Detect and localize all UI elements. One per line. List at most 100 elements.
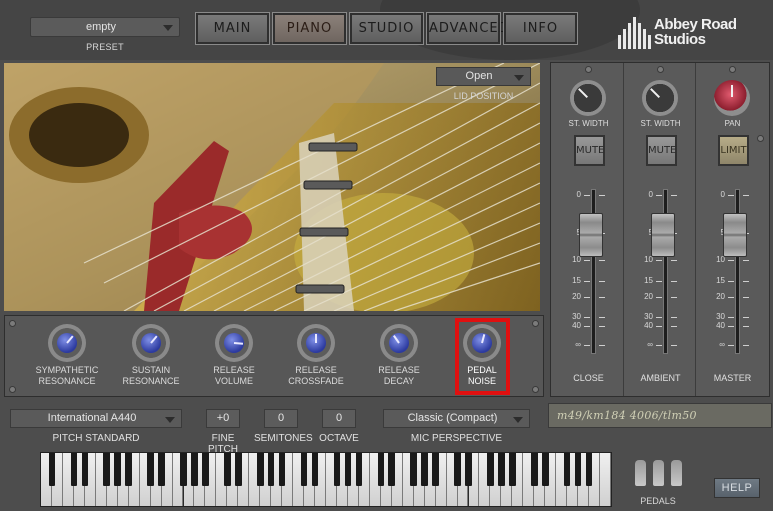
knob-label: VOLUME (214, 376, 253, 386)
black-key[interactable] (574, 453, 582, 486)
lid-position-dropdown[interactable]: Open (436, 67, 531, 86)
knob-label: RELEASE (378, 365, 420, 375)
scale-tick-label: 20 (644, 292, 653, 301)
black-key[interactable] (355, 453, 363, 486)
channel-label: MASTER (713, 373, 752, 383)
knob-sustain-resonance[interactable]: SUSTAIN RESONANCE (111, 324, 191, 387)
black-key[interactable] (180, 453, 187, 486)
octave-field[interactable]: 0 (322, 409, 356, 428)
fine-pitch-field[interactable]: +0 (206, 409, 240, 428)
black-key[interactable] (267, 453, 275, 486)
black-key[interactable] (454, 453, 461, 486)
black-key[interactable] (585, 453, 593, 486)
black-key[interactable] (147, 453, 154, 486)
fader-close[interactable] (579, 213, 603, 257)
knob-label: DECAY (383, 376, 415, 386)
scale-tick-label: 30 (644, 312, 653, 321)
black-key[interactable] (344, 453, 352, 486)
black-key[interactable] (70, 453, 78, 486)
black-key[interactable] (541, 453, 549, 486)
knob-dial[interactable] (297, 324, 335, 362)
black-key[interactable] (81, 453, 89, 486)
lid-position-label: LID POSITION (453, 91, 514, 101)
knob-dial[interactable] (48, 324, 86, 362)
knob-label: SUSTAIN (131, 365, 171, 375)
scale-tick-label: 20 (716, 292, 725, 301)
white-key[interactable] (600, 453, 611, 506)
black-key[interactable] (333, 453, 341, 486)
black-key[interactable] (278, 453, 286, 486)
black-key[interactable] (410, 453, 417, 486)
piano-keyboard[interactable] (40, 452, 612, 507)
channel-close: ST. WIDTH MUTE 0 5 10 15 20 30 40 ∞ CLOS… (553, 63, 624, 396)
black-key[interactable] (125, 453, 132, 486)
mic-perspective-dropdown[interactable]: Classic (Compact) (383, 409, 530, 428)
knob-release-crossfade[interactable]: RELEASE CROSSFADE (276, 324, 356, 387)
fader-scale: 0 5 10 15 20 30 40 ∞ (633, 190, 653, 353)
semitones-field[interactable]: 0 (264, 409, 298, 428)
black-key[interactable] (191, 453, 198, 486)
pitch-standard-dropdown[interactable]: International A440 (10, 409, 182, 428)
screw-icon (585, 66, 592, 73)
octave-label: OCTAVE (319, 433, 359, 444)
black-key[interactable] (465, 453, 472, 486)
scale-tick-label: 15 (716, 276, 725, 285)
tab-info[interactable]: INFO (503, 12, 578, 45)
lid-position-value: Open (465, 70, 493, 82)
knob-label: ST. WIDTH (640, 119, 681, 128)
black-key[interactable] (103, 453, 111, 486)
scale-tick-label: 40 (572, 321, 581, 330)
knob-label: ST. WIDTH (568, 119, 609, 128)
tab-main[interactable]: MAIN (195, 12, 270, 45)
pitch-standard-value: International A440 (47, 412, 137, 424)
mute-button-close[interactable]: MUTE (574, 135, 605, 166)
pan-knob[interactable] (714, 80, 750, 116)
tab-advanced[interactable]: ADVANCED (426, 12, 509, 45)
stereo-width-knob-close[interactable] (570, 80, 606, 116)
black-key[interactable] (300, 453, 308, 486)
pedals-icon[interactable] (633, 460, 685, 488)
black-key[interactable] (48, 453, 56, 486)
preset-dropdown[interactable]: empty (30, 17, 180, 37)
knob-dial[interactable] (132, 324, 170, 362)
black-key[interactable] (432, 453, 439, 486)
tab-piano[interactable]: PIANO (272, 12, 347, 45)
black-key[interactable] (202, 453, 209, 486)
limit-button[interactable]: LIMIT (718, 135, 749, 166)
stereo-width-knob-ambient[interactable] (642, 80, 678, 116)
black-key[interactable] (311, 453, 319, 486)
knob-sympathetic-resonance[interactable]: SYMPATHETIC RESONANCE (27, 324, 107, 387)
scale-tick-label: 0 (720, 190, 725, 199)
chevron-down-icon (163, 25, 173, 31)
black-key[interactable] (530, 453, 538, 486)
screw-icon (657, 66, 664, 73)
knob-release-volume[interactable]: RELEASE VOLUME (194, 324, 274, 387)
fader-ambient[interactable] (651, 213, 675, 257)
black-key[interactable] (563, 453, 571, 486)
black-key[interactable] (235, 453, 242, 486)
help-button[interactable]: HELP (714, 478, 760, 498)
black-key[interactable] (114, 453, 121, 486)
black-key[interactable] (377, 453, 385, 486)
knob-dial[interactable] (380, 324, 418, 362)
chevron-down-icon (513, 417, 523, 423)
black-key[interactable] (256, 453, 264, 486)
black-key[interactable] (224, 453, 231, 486)
black-key[interactable] (421, 453, 428, 486)
knob-label: RESONANCE (38, 376, 96, 386)
mute-button-ambient[interactable]: MUTE (646, 135, 677, 166)
tab-studio[interactable]: STUDIO (349, 12, 424, 45)
black-key[interactable] (388, 453, 396, 486)
black-key[interactable] (498, 453, 505, 486)
knob-dial[interactable] (215, 324, 253, 362)
scale-tick-label: 40 (716, 321, 725, 330)
black-key[interactable] (487, 453, 494, 486)
fader-master[interactable] (723, 213, 747, 257)
abbey-road-logo: Abbey Road Studios (618, 15, 743, 49)
scale-tick-label: 20 (572, 292, 581, 301)
black-key[interactable] (509, 453, 516, 486)
black-key[interactable] (158, 453, 165, 486)
knob-release-decay[interactable]: RELEASE DECAY (359, 324, 439, 387)
mic-perspective-label: MIC PERSPECTIVE (410, 433, 503, 444)
preset-value: empty (86, 21, 116, 33)
